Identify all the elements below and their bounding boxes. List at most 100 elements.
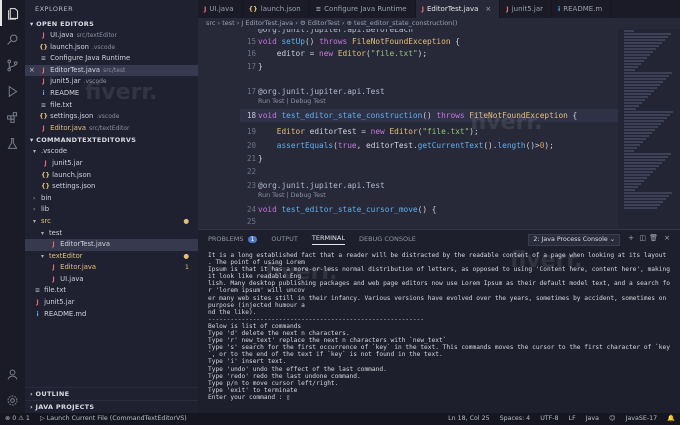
code-line[interactable]: } (258, 154, 263, 163)
minimap-line (624, 132, 652, 134)
breadcrumb[interactable]: src › test › J EditorTest.java › ⚙ Edito… (198, 18, 680, 29)
panel-tab[interactable]: DEBUG CONSOLE (359, 235, 416, 243)
editor-tab[interactable]: J UI.java (198, 0, 243, 18)
explorer-icon[interactable] (0, 0, 25, 26)
minimap-line (624, 96, 648, 98)
status-item[interactable]: Spaces: 4 (495, 413, 536, 425)
file-item[interactable]: J junit5.jar (25, 297, 198, 309)
minimap-line (624, 33, 671, 35)
minimap-line (624, 201, 663, 203)
folder-item[interactable]: ▾ test (25, 228, 198, 240)
code-line[interactable]: assertEquals(true, editorTest.getCurrent… (258, 141, 554, 150)
account-icon[interactable] (0, 361, 25, 387)
open-editor-item[interactable]: J Editor.java src/textEditor (25, 123, 198, 135)
code-editor[interactable]: Run Test | Debug Test Run Test | Debug T… (198, 29, 618, 229)
split-terminal-icon[interactable]: ◫ (639, 234, 646, 242)
code-line[interactable]: @org.junit.jupiter.api.Test (258, 87, 385, 96)
folder-item[interactable]: › bin (25, 193, 198, 205)
terminal-output[interactable]: It is a long established fact that a rea… (208, 252, 672, 401)
status-item[interactable]: Ln 18, Col 25 (443, 413, 495, 425)
editor-tab[interactable]: {} launch.json (243, 0, 310, 18)
search-icon[interactable] (0, 26, 25, 52)
open-editor-item[interactable]: {} settings.json .vscode (25, 111, 198, 123)
open-editor-item[interactable]: ≡ Configure Java Runtime (25, 53, 198, 65)
editor-tab[interactable]: i README.m (552, 0, 612, 18)
open-editor-item[interactable]: ≡ file.txt (25, 100, 198, 112)
file-item[interactable]: {} launch.json (25, 170, 198, 182)
line-number: 19 (246, 127, 256, 136)
project-header[interactable]: ▾ COMMANDTEXTEDITORVS (25, 134, 198, 146)
add-terminal-icon[interactable]: + (628, 234, 634, 242)
trash-icon[interactable]: 🗑 (649, 234, 658, 242)
code-line[interactable]: editor = new Editor("file.txt"); (258, 49, 427, 58)
line-number: 22 (246, 167, 256, 176)
panel-tab[interactable]: TERMINAL (311, 234, 345, 245)
file-item[interactable]: i README.md (25, 309, 198, 321)
folder-item[interactable]: ▾ textEditor ● (25, 251, 198, 263)
terminal-selector[interactable]: 2: Java Process Console ⌄ (528, 234, 620, 246)
close-icon[interactable]: × (29, 65, 35, 77)
minimap-line (624, 87, 657, 89)
code-lens-run-test[interactable]: Run Test | Debug Test (258, 98, 326, 105)
folder-item[interactable]: ▾ .vscode (25, 146, 198, 158)
run-debug-icon[interactable] (0, 78, 25, 104)
minimap-line (624, 114, 670, 116)
open-editor-item[interactable]: i README (25, 88, 198, 100)
status-item[interactable]: JavaSE-17 (621, 413, 663, 425)
minimap-line (624, 204, 660, 206)
line-number: 17 (246, 87, 256, 96)
file-item[interactable]: ≡ file.txt (25, 285, 198, 297)
minimap-line (624, 84, 660, 86)
status-item[interactable]: ⊗ 0 ⚠ 1 (0, 413, 35, 425)
minimap-line (624, 105, 639, 107)
status-item[interactable]: ▷ Launch Current File (CommandTextEditor… (35, 413, 192, 425)
open-editor-item[interactable]: J UI.java src/textEditor (25, 30, 198, 42)
code-line[interactable]: void test_editor_state_cursor_move() { (258, 205, 436, 214)
settings-gear-icon[interactable] (0, 387, 25, 413)
extensions-icon[interactable] (0, 104, 25, 130)
folder-item[interactable]: ▾ src ● (25, 216, 198, 228)
editor-tab[interactable]: ≡ Configure Java Runtime (310, 0, 416, 18)
file-icon: {} (39, 113, 48, 121)
status-item[interactable]: 🔔 (662, 413, 680, 425)
close-panel-icon[interactable]: × (664, 234, 670, 242)
code-line[interactable]: void setUp() throws FileNotFoundExceptio… (258, 37, 460, 46)
panel-tab[interactable]: PROBLEMS 1 (208, 235, 258, 243)
code-line[interactable]: Editor editorTest = new Editor("file.txt… (258, 127, 479, 136)
status-item[interactable]: Java (581, 413, 604, 425)
open-editors-header[interactable]: ▾ OPEN EDITORS (25, 18, 198, 30)
file-item[interactable]: J junit5.jar (25, 158, 198, 170)
minimap[interactable] (618, 29, 680, 229)
testing-icon[interactable] (0, 130, 25, 156)
open-editor-item[interactable]: J junit5.jar .vscode (25, 76, 198, 88)
panel-tab[interactable]: OUTPUT (271, 235, 298, 243)
java-projects-header[interactable]: › JAVA PROJECTS (25, 400, 198, 413)
file-item[interactable]: J EditorTest.java (25, 239, 198, 251)
minimap-line (624, 159, 665, 161)
folder-item[interactable]: › lib (25, 204, 198, 216)
open-editor-item[interactable]: × J EditorTest.java src/test (25, 64, 198, 77)
code-line[interactable]: void test_editor_state_construction() th… (258, 111, 577, 120)
file-item[interactable]: J UI.java (25, 274, 198, 286)
file-item[interactable]: J Editor.java 1 (25, 262, 198, 274)
editor-tab[interactable]: Jjunit5.jar (500, 0, 553, 18)
outline-header[interactable]: › OUTLINE (25, 387, 198, 400)
code-line[interactable]: @org.junit.jupiter.api.Test (258, 181, 385, 190)
chevron-icon: ▾ (41, 229, 45, 237)
code-line[interactable]: @org.junit.jupiter.api.BeforeEach (258, 29, 413, 34)
line-number: 16 (246, 49, 256, 58)
line-number: 25 (246, 217, 256, 226)
source-control-icon[interactable] (0, 52, 25, 78)
code-lens-run-test[interactable]: Run Test | Debug Test (258, 192, 326, 199)
minimap-line (624, 66, 638, 68)
status-item[interactable]: ☺ (604, 413, 621, 425)
status-item[interactable]: UTF-8 (535, 413, 563, 425)
code-line[interactable]: } (258, 62, 263, 71)
open-editor-item[interactable]: {} launch.json .vscode (25, 42, 198, 54)
file-icon: J (42, 124, 45, 132)
minimap-line (624, 60, 644, 62)
close-tab-icon[interactable]: × (485, 0, 491, 18)
status-item[interactable]: LF (564, 413, 581, 425)
editor-tab[interactable]: J EditorTest.java × (415, 0, 501, 18)
file-item[interactable]: {} settings.json (25, 181, 198, 193)
